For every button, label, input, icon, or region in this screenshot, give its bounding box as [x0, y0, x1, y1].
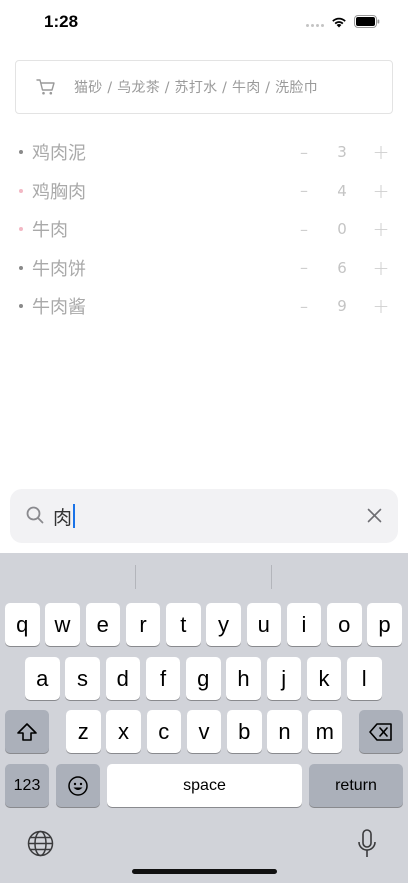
emoji-icon — [68, 775, 88, 796]
list-item: 牛肉酱 – 9 + — [0, 287, 408, 326]
bullet — [19, 227, 23, 232]
key-t[interactable]: t — [166, 603, 201, 646]
item-name: 鸡肉泥 — [32, 143, 86, 165]
key-p[interactable]: p — [367, 603, 402, 646]
bullet — [19, 265, 23, 270]
item-name: 牛肉酱 — [32, 297, 86, 319]
item-quantity: 6 — [337, 258, 347, 277]
key-d[interactable]: d — [105, 657, 140, 700]
item-name: 鸡胸肉 — [32, 181, 86, 203]
increment-button[interactable]: + — [372, 179, 390, 203]
item-name: 牛肉饼 — [32, 258, 86, 280]
item-list: 鸡肉泥 – 3 + 鸡胸肉 – 4 + 牛肉 – 0 + 牛肉饼 – 6 + 牛… — [0, 133, 408, 326]
search-input-value: 肉 — [53, 506, 73, 529]
key-y[interactable]: y — [206, 603, 241, 646]
key-s[interactable]: s — [65, 657, 100, 700]
delete-key[interactable] — [359, 710, 403, 753]
key-c[interactable]: c — [146, 710, 181, 753]
key-w[interactable]: w — [45, 603, 80, 646]
clear-icon[interactable] — [367, 508, 382, 523]
item-quantity: 4 — [337, 181, 347, 200]
key-g[interactable]: g — [186, 657, 221, 700]
key-n[interactable]: n — [267, 710, 302, 753]
increment-button[interactable]: + — [372, 256, 390, 280]
shift-key[interactable] — [5, 710, 49, 753]
key-f[interactable]: f — [145, 657, 181, 700]
item-quantity: 3 — [337, 143, 347, 162]
key-m[interactable]: m — [307, 710, 342, 753]
item-name: 牛肉 — [32, 220, 68, 242]
list-item: 牛肉 – 0 + — [0, 210, 408, 249]
item-quantity: 9 — [337, 297, 347, 316]
bullet — [19, 304, 23, 309]
space-key[interactable]: space — [107, 764, 302, 807]
search-bar: 肉 — [10, 489, 398, 543]
decrement-button[interactable]: – — [296, 220, 312, 239]
key-j[interactable]: j — [266, 657, 301, 700]
backspace-icon — [369, 722, 392, 741]
key-k[interactable]: k — [306, 657, 342, 700]
key-z[interactable]: z — [66, 710, 101, 753]
key-a[interactable]: a — [25, 657, 60, 700]
key-l[interactable]: l — [347, 657, 382, 700]
suggestion-divider — [271, 565, 272, 589]
globe-icon[interactable] — [27, 830, 54, 857]
increment-button[interactable]: + — [372, 140, 390, 164]
keyboard: qwertyuiop asdfghjkl zxcvbnm 123 space r… — [0, 553, 408, 883]
shopping-hint-box[interactable]: 猫砂 / 乌龙茶 / 苏打水 / 牛肉 / 洗脸巾 — [15, 60, 393, 114]
wifi-icon — [332, 17, 346, 27]
key-i[interactable]: i — [286, 603, 322, 646]
key-h[interactable]: h — [226, 657, 261, 700]
home-indicator — [132, 869, 277, 874]
search-input[interactable]: 肉 — [53, 501, 76, 531]
key-q[interactable]: q — [5, 603, 40, 646]
bullet — [19, 188, 23, 193]
key-e[interactable]: e — [85, 603, 120, 646]
decrement-button[interactable]: – — [296, 143, 312, 162]
list-item: 鸡肉泥 – 3 + — [0, 133, 408, 172]
key-o[interactable]: o — [327, 603, 362, 646]
numbers-key[interactable]: 123 — [5, 764, 49, 807]
item-quantity: 0 — [337, 220, 347, 239]
hint-text: 猫砂 / 乌龙茶 / 苏打水 / 牛肉 / 洗脸巾 — [74, 80, 318, 96]
status-time: 1:28 — [44, 12, 79, 31]
increment-button[interactable]: + — [372, 217, 390, 241]
key-x[interactable]: x — [106, 710, 141, 753]
text-caret — [73, 504, 76, 528]
status-indicators — [306, 15, 380, 28]
decrement-button[interactable]: – — [296, 258, 312, 277]
list-item: 牛肉饼 – 6 + — [0, 249, 408, 288]
key-r[interactable]: r — [125, 603, 161, 646]
cart-icon — [36, 79, 55, 95]
battery-icon — [354, 15, 380, 28]
decrement-button[interactable]: – — [296, 297, 312, 316]
shift-icon — [17, 722, 37, 741]
key-b[interactable]: b — [227, 710, 262, 753]
decrement-button[interactable]: – — [296, 181, 312, 200]
bullet — [19, 150, 23, 155]
microphone-icon[interactable] — [357, 829, 377, 859]
status-bar: 1:28 — [0, 0, 408, 46]
suggestion-divider — [135, 565, 136, 589]
cellular-signal-icon — [306, 17, 324, 27]
emoji-key[interactable] — [56, 764, 100, 807]
key-u[interactable]: u — [246, 603, 281, 646]
return-key[interactable]: return — [309, 764, 403, 807]
search-icon — [26, 506, 44, 524]
list-item: 鸡胸肉 – 4 + — [0, 172, 408, 211]
increment-button[interactable]: + — [372, 294, 390, 318]
key-v[interactable]: v — [186, 710, 222, 753]
